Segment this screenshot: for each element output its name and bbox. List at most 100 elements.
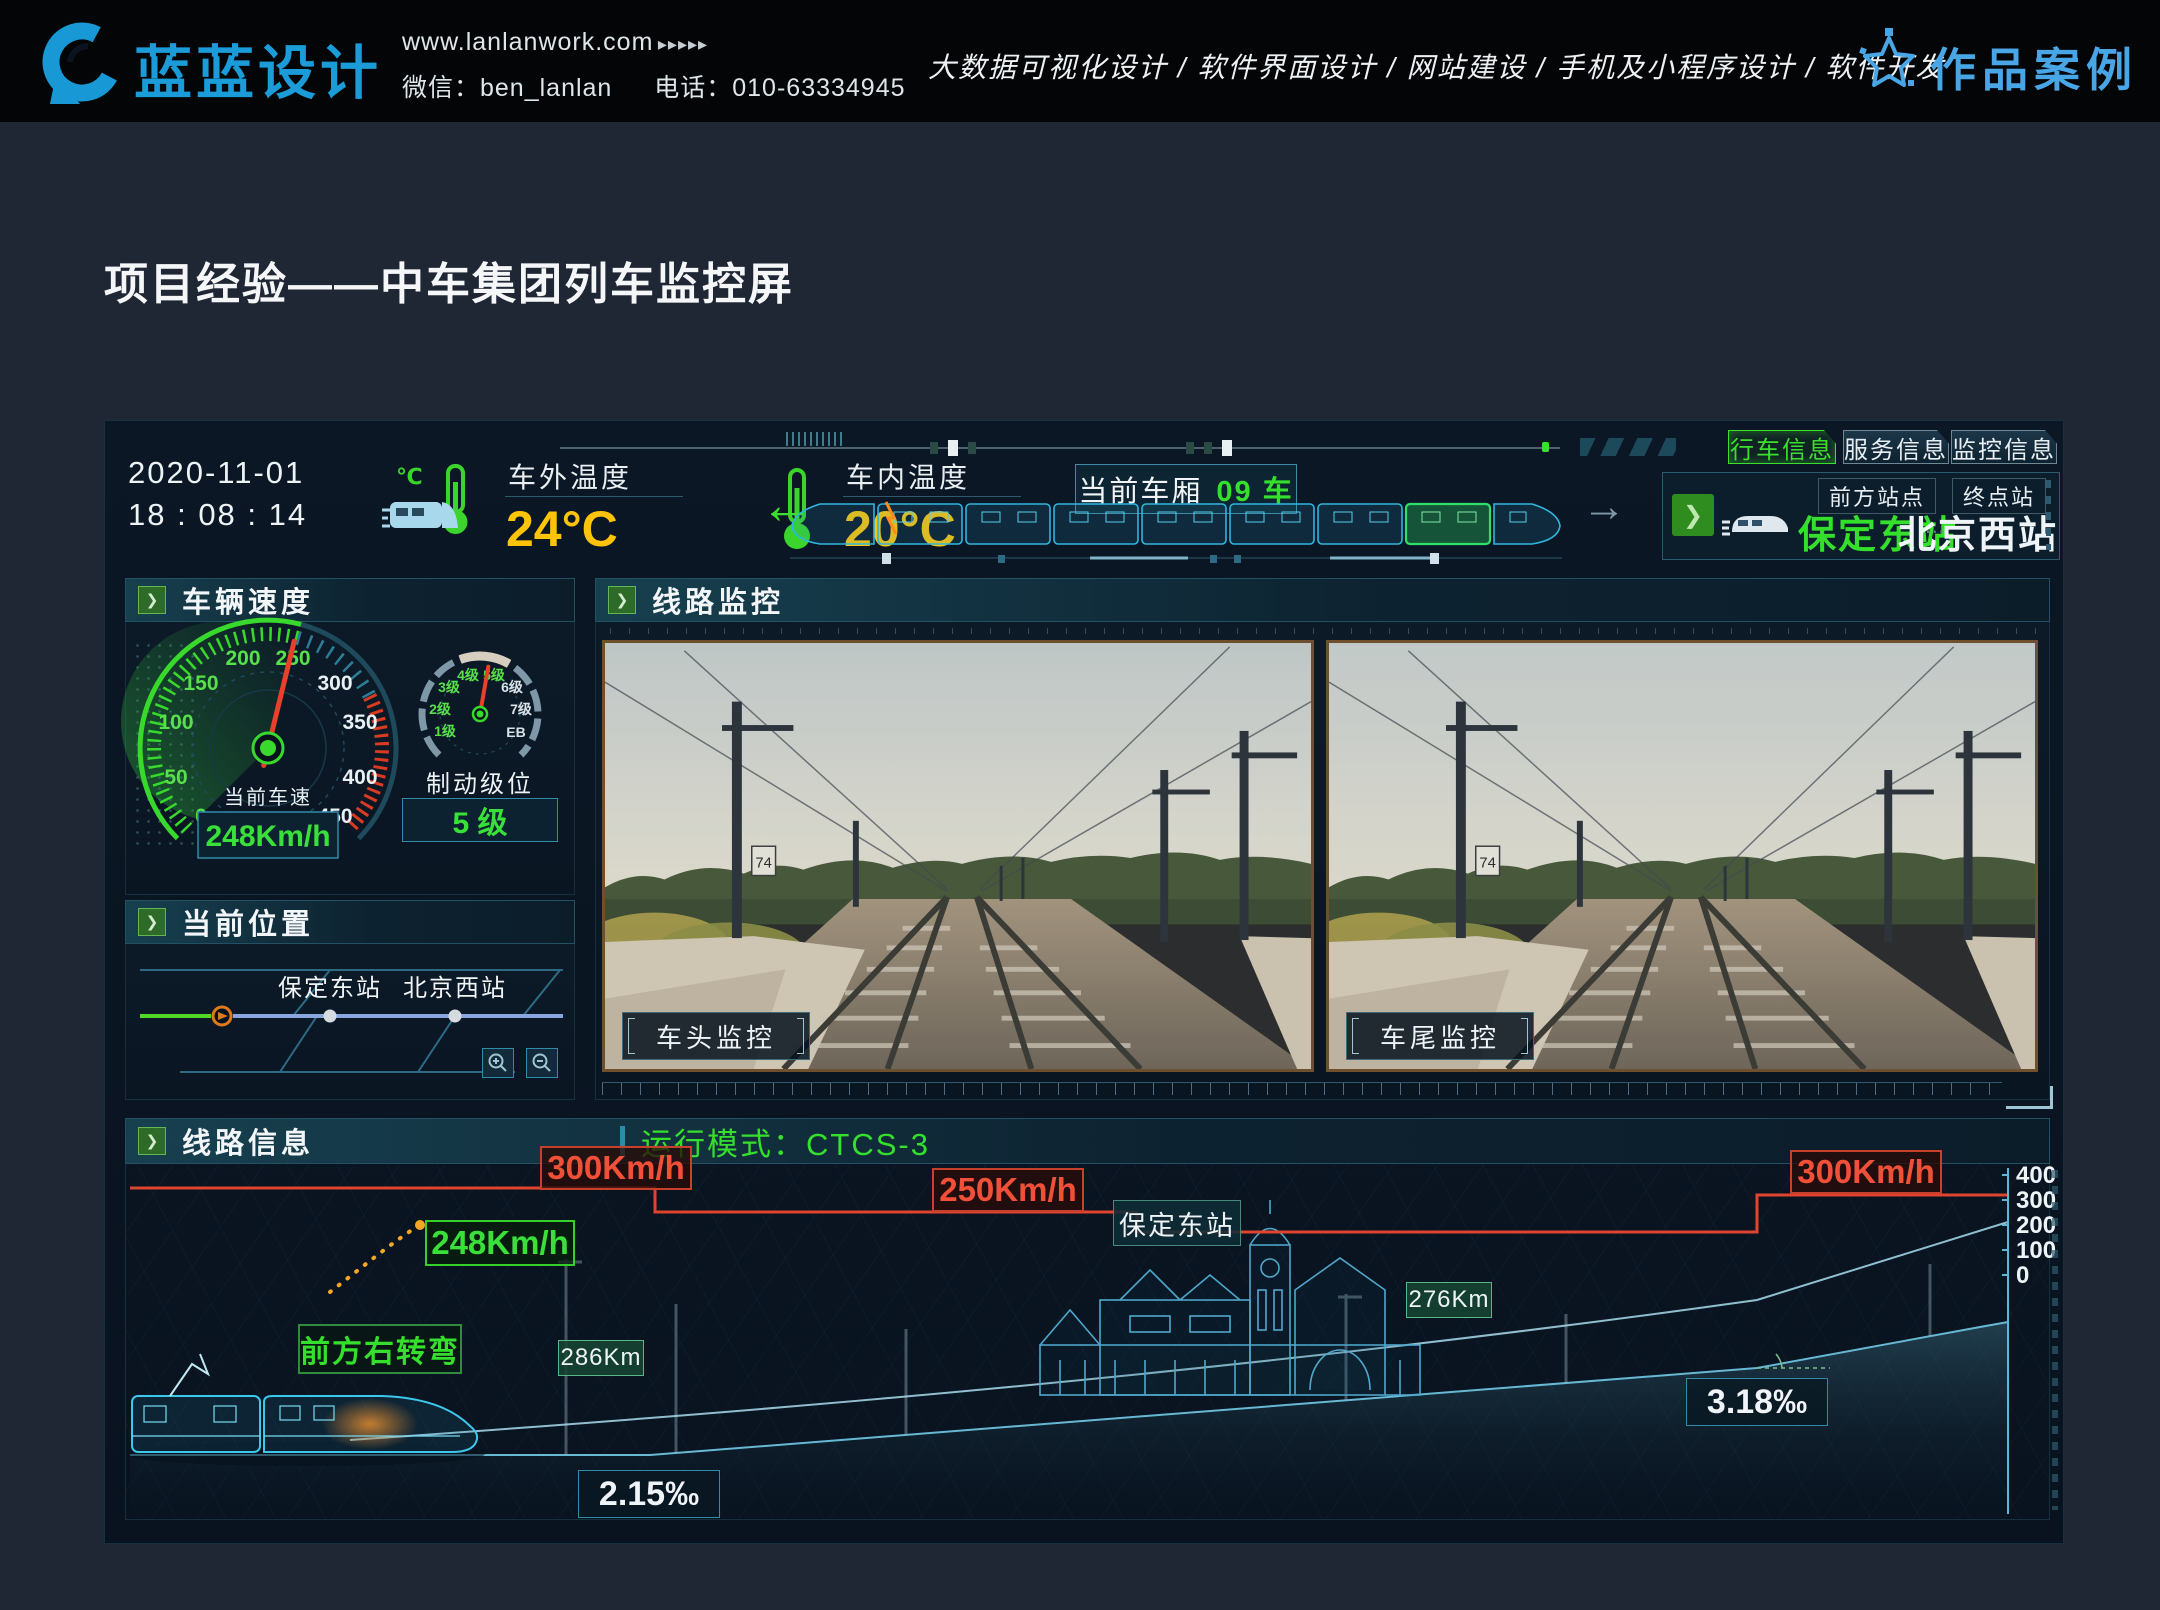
deco-square-bright — [1222, 440, 1232, 456]
km-marker-286: 286Km — [558, 1340, 644, 1376]
camera-scene: 74 — [1329, 643, 2035, 1069]
svg-text:300: 300 — [317, 672, 352, 695]
monitor-panel-title: 线路监控 — [652, 579, 784, 621]
limit-250: 250Km/h — [932, 1168, 1084, 1212]
contact-line: 微信：ben_lanlan 电话：010-63334945 — [402, 68, 906, 104]
panel-arrow-icon: ❯ — [138, 908, 166, 936]
curve-warning-label: 前方右转弯 — [298, 1324, 462, 1374]
portfolio-star-icon — [1858, 26, 1920, 92]
station-chevron-icon: ❯ — [1672, 494, 1714, 536]
deco-square — [1186, 442, 1194, 454]
deco-square — [968, 442, 976, 454]
pantograph-icon — [170, 1354, 208, 1396]
tab-service-info[interactable]: 服务信息 — [1843, 430, 1949, 464]
corner-bracket-decoration — [2006, 1086, 2053, 1109]
line-panel-title: 线路信息 — [182, 1120, 314, 1162]
axis-tick-300: 300 — [2016, 1187, 2056, 1215]
page-title: 项目经验——中车集团列车监控屏 — [104, 248, 794, 312]
arrows-decoration: ▸▸▸▸▸ — [658, 34, 708, 54]
train-side-icon — [1722, 508, 1792, 540]
brake-level-value: 5 级 — [402, 798, 558, 842]
portfolio-nav[interactable]: 作品案例 — [1930, 34, 2138, 100]
outside-temp-value: 24°C — [506, 500, 618, 558]
svg-text:50: 50 — [164, 766, 187, 789]
gradient-3-18: 3.18‰ — [1686, 1378, 1828, 1426]
outside-temp-icon: ℃ — [382, 458, 494, 554]
svg-text:150: 150 — [183, 672, 218, 695]
axis-tick-0: 0 — [2016, 1262, 2029, 1290]
services-list: 大数据可视化设计 / 软件界面设计 / 网站建设 / 手机及小程序设计 / 软件… — [928, 46, 1945, 86]
position-panel-title: 当前位置 — [182, 901, 314, 943]
wechat-text: 微信：ben_lanlan — [402, 74, 612, 102]
deco-green-dot — [1542, 442, 1549, 452]
tick-row-decoration — [610, 628, 2040, 634]
current-speed-label: 当前车速 — [224, 786, 312, 809]
svg-text:1级: 1级 — [434, 723, 457, 739]
outside-temp-label: 车外温度 — [508, 456, 632, 496]
deco-square — [930, 442, 938, 454]
divider — [505, 496, 683, 497]
map-zoom-in-button[interactable] — [482, 1048, 514, 1078]
brake-gauge: 1级 2级 3级 4级 5级 6级 7级 EB — [395, 636, 565, 766]
phone-text: 电话：010-63334945 — [654, 74, 905, 102]
camera-scene: 74 — [605, 643, 1311, 1069]
zoom-out-icon — [531, 1052, 553, 1074]
panel-arrow-icon: ❯ — [608, 586, 636, 614]
axis-tick-200: 200 — [2016, 1212, 2056, 1240]
route-station2: 北京西站 — [403, 975, 507, 1002]
camera-feed-tail: 74 — [1326, 640, 2038, 1072]
cam-tail-label: 车尾监控 — [1346, 1012, 1534, 1060]
limit-300-right: 300Km/h — [1790, 1150, 1942, 1194]
next-car-arrow[interactable]: → — [1582, 482, 1626, 532]
camera-feed-head: 74 — [602, 640, 1314, 1072]
time-text: 18 : 08 : 14 — [128, 494, 307, 536]
deco-square-bright — [948, 440, 958, 456]
website-link[interactable]: www.lanlanwork.com ▸▸▸▸▸ — [402, 28, 708, 57]
svg-text:7级: 7级 — [510, 701, 533, 717]
current-speed-marker: 248Km/h — [425, 1220, 575, 1266]
svg-text:6级: 6级 — [501, 679, 524, 695]
hazard-stripes — [1580, 438, 1676, 456]
page: 蓝蓝设计 www.lanlanwork.com ▸▸▸▸▸ 微信：ben_lan… — [0, 0, 2160, 1610]
svg-text:2级: 2级 — [429, 701, 452, 717]
svg-text:℃: ℃ — [396, 464, 423, 489]
axis-tick-400: 400 — [2016, 1162, 2056, 1190]
logo-text: 蓝蓝设计 — [134, 26, 382, 110]
current-speed-value: 248Km/h — [205, 820, 330, 853]
ruler-decoration — [602, 1082, 2002, 1095]
cam-head-label: 车头监控 — [622, 1012, 810, 1060]
deco-dashes — [2046, 480, 2051, 550]
gradient-2-15: 2.15‰ — [578, 1470, 720, 1518]
km-marker-276: 276Km — [1406, 1282, 1492, 1318]
position-panel-header: ❯ 当前位置 — [125, 900, 575, 944]
inside-temp-label: 车内温度 — [846, 456, 970, 496]
limit-300-left: 300Km/h — [540, 1146, 692, 1190]
right-deco-column — [2052, 1170, 2058, 1510]
tick-comb-decoration — [786, 432, 842, 446]
tab-monitor-info[interactable]: 监控信息 — [1951, 430, 2057, 464]
line-panel-header: ❯ 线路信息 运行模式：CTCS-3 — [125, 1118, 2050, 1164]
site-header: 蓝蓝设计 www.lanlanwork.com ▸▸▸▸▸ 微信：ben_lan… — [0, 0, 2160, 122]
panel-arrow-icon: ❯ — [138, 1127, 166, 1155]
zoom-in-icon — [487, 1052, 509, 1074]
top-deco-line — [560, 447, 1560, 449]
route-station1: 保定东站 — [278, 975, 382, 1002]
lanlan-logo-icon — [36, 16, 126, 106]
datetime-display: 2020-11-01 18 : 08 : 14 — [128, 452, 307, 536]
map-zoom-out-button[interactable] — [526, 1048, 558, 1078]
deco-square — [1204, 442, 1212, 454]
station-marker-label: 保定东站 — [1113, 1200, 1241, 1246]
svg-text:200: 200 — [225, 647, 260, 670]
tab-driving-info[interactable]: 行车信息 — [1728, 430, 1836, 464]
axis-tick-100: 100 — [2016, 1237, 2056, 1265]
svg-text:EB: EB — [506, 724, 525, 740]
speed-gauge: 0 50 100 150 200 250 300 350 400 450 当前车… — [118, 598, 418, 898]
train-topview-illustration — [790, 496, 1562, 570]
svg-text:4级: 4级 — [457, 667, 480, 683]
svg-text:400: 400 — [342, 766, 377, 789]
svg-text:100: 100 — [158, 711, 193, 734]
svg-text:350: 350 — [342, 711, 377, 734]
date-text: 2020-11-01 — [128, 452, 307, 494]
brake-caption: 制动级位 — [395, 764, 565, 799]
terminal-station-value: 北京西站 — [1898, 504, 2058, 559]
